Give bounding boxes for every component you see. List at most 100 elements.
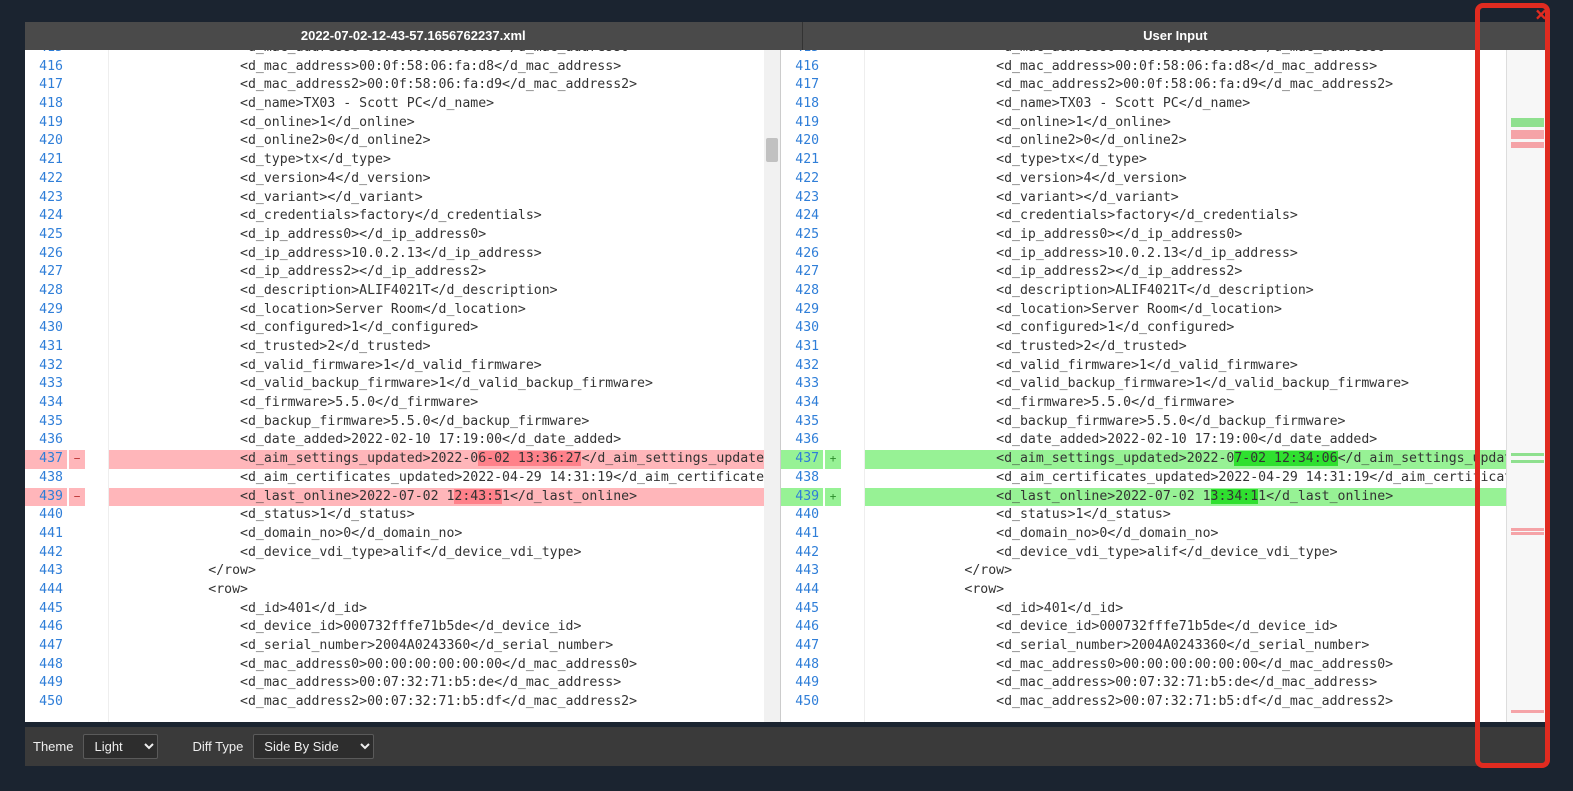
line-number[interactable]: 426 [781, 245, 823, 264]
code-line[interactable]: <d_ip_address0></d_ip_address0> [865, 226, 1506, 245]
line-number[interactable]: 442 [781, 544, 823, 563]
code-line[interactable]: <d_mac_address>00:07:32:71:b5:de</d_mac_… [865, 674, 1506, 693]
code-line[interactable]: <d_valid_firmware>1</d_valid_firmware> [109, 357, 780, 376]
line-number[interactable]: 445 [25, 600, 67, 619]
overview-change-marker[interactable] [1511, 453, 1544, 456]
code-line[interactable]: <d_date_added>2022-02-10 17:19:00</d_dat… [109, 431, 780, 450]
line-number[interactable]: 417 [781, 76, 823, 95]
line-number[interactable]: 433 [781, 375, 823, 394]
code-line[interactable]: <d_aim_certificates_updated>2022-04-29 1… [865, 469, 1506, 488]
code-line[interactable]: <d_firmware>5.5.0</d_firmware> [865, 394, 1506, 413]
line-number[interactable]: 422 [781, 170, 823, 189]
code-line[interactable]: <d_version>4</d_version> [109, 170, 780, 189]
code-line[interactable]: <d_credentials>factory</d_credentials> [865, 207, 1506, 226]
line-number[interactable]: 415 [25, 50, 67, 58]
line-number[interactable]: 446 [25, 618, 67, 637]
right-pane[interactable]: 4154164174184194204214224234244254264274… [781, 50, 1506, 722]
code-line[interactable]: <d_serial_number>2004A0243360</d_serial_… [109, 637, 780, 656]
overview-change-marker[interactable] [1511, 124, 1544, 127]
code-line[interactable]: <d_mac_address2>00:0f:58:06:fa:d9</d_mac… [865, 76, 1506, 95]
code-line[interactable]: <d_valid_firmware>1</d_valid_firmware> [865, 357, 1506, 376]
line-number[interactable]: 436 [781, 431, 823, 450]
line-number[interactable]: 437 [25, 450, 67, 469]
line-number[interactable]: 433 [25, 375, 67, 394]
code-line[interactable]: <d_aim_certificates_updated>2022-04-29 1… [109, 469, 780, 488]
code-line[interactable]: <d_location>Server Room</d_location> [109, 301, 780, 320]
line-number[interactable]: 423 [781, 189, 823, 208]
left-code[interactable]: <d_mac_address0>00:00:00:00:00:00</d_mac… [109, 50, 780, 722]
code-line[interactable]: <d_type>tx</d_type> [865, 151, 1506, 170]
code-line[interactable]: <d_status>1</d_status> [109, 506, 780, 525]
line-number[interactable]: 424 [781, 207, 823, 226]
line-number[interactable]: 442 [25, 544, 67, 563]
line-number[interactable]: 437 [781, 450, 823, 469]
line-number[interactable]: 428 [781, 282, 823, 301]
code-line[interactable]: <d_version>4</d_version> [865, 170, 1506, 189]
line-number[interactable]: 431 [781, 338, 823, 357]
line-number[interactable]: 416 [25, 58, 67, 77]
code-line[interactable]: <d_last_online>2022-07-02 13:34:11</d_la… [865, 488, 1506, 507]
code-line[interactable]: <d_mac_address2>00:07:32:71:b5:df</d_mac… [865, 693, 1506, 712]
line-number[interactable]: 439 [781, 488, 823, 507]
line-number[interactable]: 443 [25, 562, 67, 581]
line-number[interactable]: 422 [25, 170, 67, 189]
right-code[interactable]: <d_mac_address0>00:00:00:00:00:00</d_mac… [865, 50, 1506, 722]
line-number[interactable]: 430 [781, 319, 823, 338]
line-number[interactable]: 440 [25, 506, 67, 525]
code-line[interactable]: <d_ip_address>10.0.2.13</d_ip_address> [109, 245, 780, 264]
diff-type-select[interactable]: Side By Side [253, 734, 374, 759]
line-number[interactable]: 434 [25, 394, 67, 413]
overview-change-marker[interactable] [1511, 528, 1544, 531]
code-line[interactable]: <d_firmware>5.5.0</d_firmware> [109, 394, 780, 413]
code-line[interactable]: <d_credentials>factory</d_credentials> [109, 207, 780, 226]
line-number[interactable]: 447 [781, 637, 823, 656]
code-line[interactable]: <d_device_id>000732fffe71b5de</d_device_… [865, 618, 1506, 637]
code-line[interactable]: <d_name>TX03 - Scott PC</d_name> [109, 95, 780, 114]
line-number[interactable]: 440 [781, 506, 823, 525]
code-line[interactable]: <d_id>401</d_id> [865, 600, 1506, 619]
code-line[interactable]: <d_serial_number>2004A0243360</d_serial_… [865, 637, 1506, 656]
overview-change-marker[interactable] [1511, 136, 1544, 139]
code-line[interactable]: <d_trusted>2</d_trusted> [109, 338, 780, 357]
code-line[interactable]: <d_online2>0</d_online2> [865, 132, 1506, 151]
line-number[interactable]: 428 [25, 282, 67, 301]
line-number[interactable]: 427 [781, 263, 823, 282]
code-line[interactable]: <d_last_online>2022-07-02 12:43:51</d_la… [109, 488, 780, 507]
code-line[interactable]: <d_mac_address>00:0f:58:06:fa:d8</d_mac_… [109, 58, 780, 77]
line-number[interactable]: 429 [781, 301, 823, 320]
code-line[interactable]: </row> [109, 562, 780, 581]
line-number[interactable]: 427 [25, 263, 67, 282]
code-line[interactable]: <d_date_added>2022-02-10 17:19:00</d_dat… [865, 431, 1506, 450]
code-line[interactable]: <d_mac_address>00:0f:58:06:fa:d8</d_mac_… [865, 58, 1506, 77]
code-line[interactable]: <d_online2>0</d_online2> [109, 132, 780, 151]
line-number[interactable]: 423 [25, 189, 67, 208]
code-line[interactable]: <d_id>401</d_id> [109, 600, 780, 619]
line-number[interactable]: 438 [781, 469, 823, 488]
line-number[interactable]: 419 [25, 114, 67, 133]
line-number[interactable]: 448 [25, 656, 67, 675]
code-line[interactable]: <d_aim_settings_updated>2022-07-02 12:34… [865, 450, 1506, 469]
line-number[interactable]: 418 [781, 95, 823, 114]
overview-change-marker[interactable] [1511, 460, 1544, 463]
line-number[interactable]: 441 [781, 525, 823, 544]
code-line[interactable]: <d_configured>1</d_configured> [865, 319, 1506, 338]
line-number[interactable]: 417 [25, 76, 67, 95]
code-line[interactable]: <d_status>1</d_status> [865, 506, 1506, 525]
line-number[interactable]: 444 [781, 581, 823, 600]
code-line[interactable]: <d_mac_address0>00:00:00:00:00:00</d_mac… [865, 50, 1506, 58]
code-line[interactable]: </row> [865, 562, 1506, 581]
code-line[interactable]: <d_description>ALIF4021T</d_description> [865, 282, 1506, 301]
line-number[interactable]: 436 [25, 431, 67, 450]
overview-change-marker[interactable] [1511, 532, 1544, 535]
line-number[interactable]: 421 [25, 151, 67, 170]
code-line[interactable]: <d_online>1</d_online> [865, 114, 1506, 133]
line-number[interactable]: 443 [781, 562, 823, 581]
code-line[interactable]: <row> [109, 581, 780, 600]
line-number[interactable]: 425 [781, 226, 823, 245]
code-line[interactable]: <d_domain_no>0</d_domain_no> [865, 525, 1506, 544]
line-number[interactable]: 449 [25, 674, 67, 693]
code-line[interactable]: <d_ip_address2></d_ip_address2> [865, 263, 1506, 282]
overview-change-marker[interactable] [1511, 145, 1544, 148]
code-line[interactable]: <d_description>ALIF4021T</d_description> [109, 282, 780, 301]
line-number[interactable]: 446 [781, 618, 823, 637]
